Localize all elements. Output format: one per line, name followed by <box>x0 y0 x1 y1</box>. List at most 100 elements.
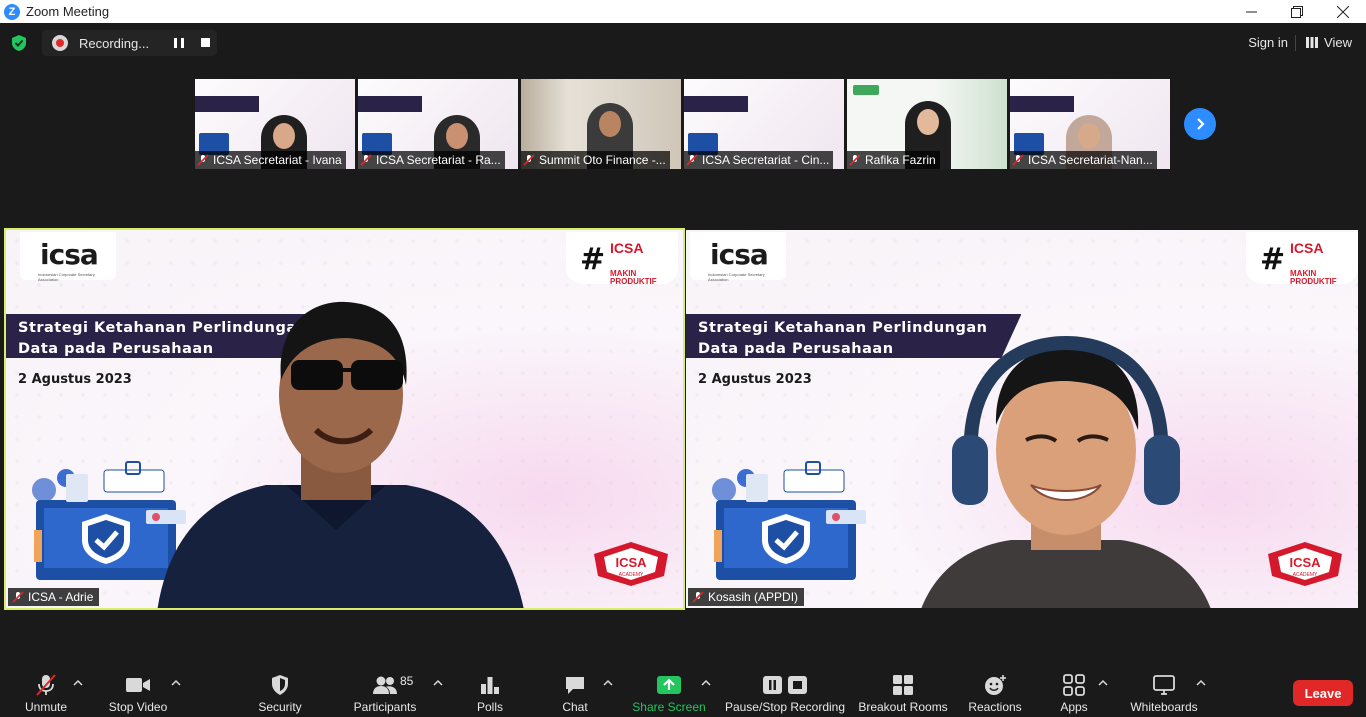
participant-name: ICSA - Adrie <box>28 590 94 604</box>
pause-stop-recording-button[interactable]: Pause/Stop Recording <box>724 663 846 717</box>
icsa-academy-logo: ICSA ACADEMY <box>1268 542 1342 586</box>
mic-muted-icon <box>360 154 372 166</box>
whiteboard-icon <box>1153 675 1175 695</box>
chat-bubble-icon <box>566 677 584 694</box>
mic-muted-icon <box>692 591 704 603</box>
security-label: Security <box>258 700 302 714</box>
participant-name: ICSA Secretariat - Cin... <box>702 153 830 167</box>
chevron-right-icon <box>1197 118 1205 130</box>
mic-muted-icon <box>849 154 861 166</box>
icsa-academy-logo: ICSA ACADEMY <box>594 542 668 586</box>
mic-muted-icon <box>686 154 698 166</box>
chevron-up-icon <box>701 679 711 686</box>
participants-button[interactable]: Participants <box>352 663 418 717</box>
share-screen-icon <box>657 676 681 694</box>
breakout-rooms-label: Breakout Rooms <box>858 700 948 714</box>
participants-label: Participants <box>353 700 417 714</box>
chevron-up-icon <box>171 679 181 686</box>
security-button[interactable]: Security <box>257 663 303 717</box>
polls-bar-icon <box>481 677 499 694</box>
participants-options-caret[interactable] <box>433 679 443 687</box>
reactions-label: Reactions <box>968 700 1022 714</box>
unmute-label: Unmute <box>24 700 68 714</box>
stop-video-button[interactable]: Stop Video <box>108 663 168 717</box>
svg-text:ACADEMY: ACADEMY <box>1293 572 1318 578</box>
speaker-video <box>157 301 524 608</box>
minimize-icon <box>1245 11 1257 13</box>
participant-name: Kosasih (APPDI) <box>708 590 799 604</box>
window-title: Zoom Meeting <box>26 4 110 19</box>
sign-in-button[interactable]: Sign in <box>1248 35 1288 50</box>
video-camera-icon <box>126 678 150 692</box>
mic-muted-icon <box>1012 154 1024 166</box>
close-icon <box>1337 5 1349 18</box>
chevron-up-icon <box>603 679 613 686</box>
participant-name-tag: ICSA Secretariat - Ra... <box>358 151 505 169</box>
share-screen-label: Share Screen <box>632 700 706 714</box>
mic-muted-icon <box>523 154 535 166</box>
breakout-rooms-icon <box>893 675 913 695</box>
participants-count: 85 <box>400 674 414 688</box>
apps-icon <box>1063 674 1085 696</box>
window-titlebar: Z Zoom Meeting <box>0 0 1366 23</box>
reactions-button[interactable]: Reactions <box>966 663 1024 717</box>
participant-thumbnail[interactable]: ICSA Secretariat-Nan... <box>1010 79 1170 169</box>
next-page-button[interactable] <box>1184 108 1216 140</box>
pause-recording-icon[interactable] <box>174 38 184 48</box>
participant-name: ICSA Secretariat - Ivana <box>213 153 342 167</box>
participant-name-tag: ICSA Secretariat-Nan... <box>1010 151 1157 169</box>
leave-button[interactable]: Leave <box>1293 680 1353 706</box>
apps-button[interactable]: Apps <box>1058 663 1090 717</box>
chat-options-caret[interactable] <box>603 679 613 687</box>
encryption-shield-icon[interactable] <box>10 34 28 52</box>
participant-name: Summit Oto Finance -... <box>539 153 666 167</box>
participant-thumbnail[interactable]: Rafika Fazrin <box>847 79 1007 169</box>
polls-label: Polls <box>476 700 503 714</box>
participant-name-tag: ICSA Secretariat - Cin... <box>684 151 834 169</box>
chat-button[interactable]: Chat <box>560 663 590 717</box>
participant-name-tag: ICSA - Adrie <box>8 588 100 606</box>
video-tile[interactable]: icsa Indonesian Corporate Secretary Asso… <box>686 230 1358 608</box>
participant-name-tag: Rafika Fazrin <box>847 151 940 169</box>
stop-recording-icon[interactable] <box>201 38 210 47</box>
slide-date: 2 Agustus 2023 <box>698 372 812 387</box>
participants-icon <box>373 676 397 694</box>
whiteboards-options-caret[interactable] <box>1196 679 1206 687</box>
restore-button[interactable] <box>1274 0 1320 23</box>
video-tile-active-speaker[interactable]: icsa Indonesian Corporate Secretary Asso… <box>4 228 685 610</box>
mic-muted-icon <box>12 591 24 603</box>
chevron-up-icon <box>1196 679 1206 686</box>
slide-date: 2 Agustus 2023 <box>18 372 132 387</box>
participant-name: Rafika Fazrin <box>865 153 936 167</box>
participant-thumbnail[interactable]: ICSA Secretariat - Ivana <box>195 79 355 169</box>
participant-name-tag: Summit Oto Finance -... <box>521 151 670 169</box>
apps-label: Apps <box>1060 700 1088 714</box>
apps-options-caret[interactable] <box>1098 679 1108 687</box>
shield-icon <box>272 675 288 695</box>
chevron-up-icon <box>73 679 83 686</box>
participant-thumbnail[interactable]: ICSA Secretariat - Cin... <box>684 79 844 169</box>
chevron-up-icon <box>433 679 443 686</box>
close-window-button[interactable] <box>1320 0 1366 23</box>
icsa-logo: icsa Indonesian Corporate Secretary Asso… <box>690 232 786 282</box>
whiteboards-button[interactable]: Whiteboards <box>1128 663 1200 717</box>
svg-text:ICSA: ICSA <box>1289 555 1321 570</box>
share-options-caret[interactable] <box>701 679 711 687</box>
view-button[interactable]: View <box>1306 35 1352 50</box>
view-grid-icon <box>1306 37 1319 48</box>
minimize-button[interactable] <box>1228 0 1274 23</box>
unmute-button[interactable]: Unmute <box>22 663 70 717</box>
meeting-toolbar: Unmute Stop Video Security Participants … <box>0 663 1366 717</box>
audio-options-caret[interactable] <box>73 679 83 687</box>
zoom-logo-icon: Z <box>4 3 20 20</box>
share-screen-button[interactable]: Share Screen <box>632 663 706 717</box>
participant-thumbnail[interactable]: Summit Oto Finance -... <box>521 79 681 169</box>
breakout-rooms-button[interactable]: Breakout Rooms <box>858 663 948 717</box>
view-label: View <box>1324 35 1352 50</box>
participant-thumbnail[interactable]: ICSA Secretariat - Ra... <box>358 79 518 169</box>
video-options-caret[interactable] <box>171 679 181 687</box>
chevron-up-icon <box>1098 679 1108 686</box>
recording-label: Recording... <box>79 35 150 51</box>
chat-label: Chat <box>562 700 588 714</box>
polls-button[interactable]: Polls <box>474 663 506 717</box>
